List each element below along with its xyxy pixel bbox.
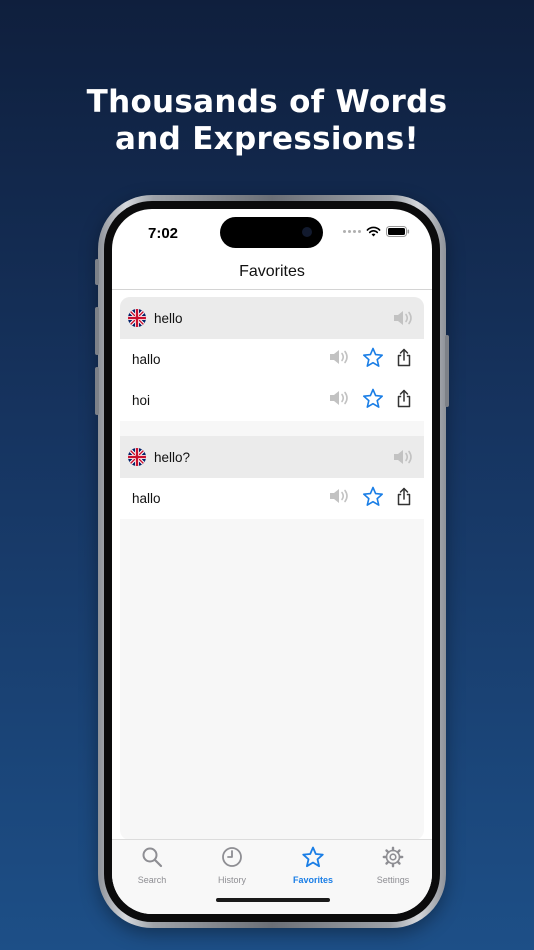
favorite-group: hello hallo hoi bbox=[120, 297, 424, 421]
power-button bbox=[445, 335, 449, 407]
phone-frame: 7:02 Favorites hello hallo hoi hello? ha… bbox=[95, 195, 449, 928]
translation-text: hallo bbox=[132, 491, 161, 506]
headline-line-2: and Expressions! bbox=[115, 121, 419, 157]
favorite-star-icon[interactable] bbox=[362, 486, 384, 512]
tab-search[interactable]: Search bbox=[122, 846, 182, 885]
translation-text: hallo bbox=[132, 352, 161, 367]
share-icon[interactable] bbox=[396, 487, 412, 511]
speaker-icon[interactable] bbox=[392, 448, 414, 471]
favorite-word-row[interactable]: hello bbox=[120, 297, 424, 339]
speaker-icon[interactable] bbox=[328, 487, 350, 510]
gear-icon bbox=[382, 846, 404, 868]
page-title: Favorites bbox=[239, 263, 305, 280]
tab-history-label: History bbox=[217, 875, 246, 885]
speaker-icon[interactable] bbox=[392, 309, 414, 332]
headline-line-1: Thousands of Words bbox=[86, 84, 448, 120]
speaker-icon[interactable] bbox=[328, 389, 350, 412]
volume-down-button bbox=[95, 367, 99, 415]
uk-flag-icon bbox=[128, 448, 146, 466]
translation-row[interactable]: hallo bbox=[120, 339, 424, 380]
tab-settings-label: Settings bbox=[376, 875, 410, 885]
tab-history[interactable]: History bbox=[202, 846, 262, 885]
phone-bezel: 7:02 Favorites hello hallo hoi hello? ha… bbox=[104, 201, 440, 922]
phone-screen: 7:02 Favorites hello hallo hoi hello? ha… bbox=[112, 209, 432, 914]
translation-row[interactable]: hoi bbox=[120, 380, 424, 421]
favorite-group: hello? hallo bbox=[120, 436, 424, 519]
uk-flag-icon bbox=[128, 309, 146, 327]
favorite-star-icon[interactable] bbox=[362, 347, 384, 373]
dynamic-island bbox=[220, 217, 323, 248]
tab-favorites[interactable]: Favorites bbox=[283, 846, 343, 885]
home-indicator[interactable] bbox=[216, 898, 330, 902]
share-icon[interactable] bbox=[396, 389, 412, 413]
battery-icon bbox=[386, 226, 410, 237]
headline: Thousands of Words and Expressions! bbox=[0, 84, 534, 158]
favorite-word: hello bbox=[154, 310, 183, 326]
share-icon[interactable] bbox=[396, 348, 412, 372]
volume-up-button bbox=[95, 307, 99, 355]
tab-search-label: Search bbox=[137, 875, 167, 885]
star-icon bbox=[302, 846, 324, 868]
tab-favorites-label: Favorites bbox=[292, 875, 334, 885]
speaker-icon[interactable] bbox=[328, 348, 350, 371]
favorite-star-icon[interactable] bbox=[362, 388, 384, 414]
translation-row[interactable]: hallo bbox=[120, 478, 424, 519]
search-icon bbox=[142, 847, 163, 868]
status-icons bbox=[343, 226, 410, 237]
status-time: 7:02 bbox=[148, 225, 179, 242]
nav-divider bbox=[112, 289, 432, 290]
signal-dots-icon bbox=[343, 230, 361, 233]
favorites-list[interactable]: hello hallo hoi hello? hallo bbox=[120, 297, 424, 840]
tab-settings[interactable]: Settings bbox=[363, 846, 423, 885]
favorite-word: hello? bbox=[154, 449, 191, 465]
favorite-word-row[interactable]: hello? bbox=[120, 436, 424, 478]
mute-switch bbox=[95, 259, 99, 285]
clock-icon bbox=[222, 847, 242, 867]
tab-bar: Search History Favorites Settings bbox=[112, 839, 432, 914]
translation-text: hoi bbox=[132, 393, 151, 408]
wifi-icon bbox=[366, 226, 381, 237]
camera-icon bbox=[302, 227, 312, 237]
